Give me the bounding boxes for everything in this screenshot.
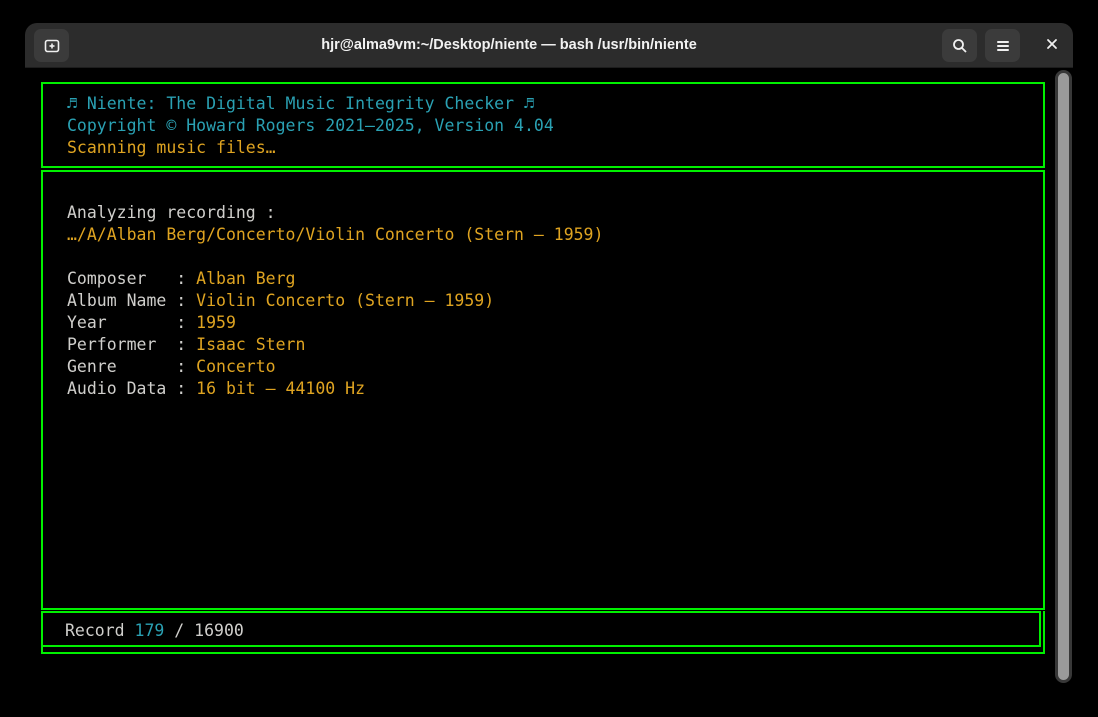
hamburger-menu-icon <box>995 39 1011 53</box>
field-label: Audio Data : <box>67 379 196 398</box>
new-tab-button[interactable] <box>34 29 69 62</box>
window-titlebar[interactable]: hjr@alma9vm:~/Desktop/niente — bash /usr… <box>25 23 1073 68</box>
field-row-performer: Performer : Isaac Stern <box>67 334 1043 356</box>
scanning-status-line: Scanning music files… <box>67 137 1043 159</box>
analysis-box: Analyzing recording : …/A/Alban Berg/Con… <box>41 170 1045 610</box>
field-value: Concerto <box>196 357 275 376</box>
record-current-number: 179 <box>135 621 165 640</box>
spacer <box>67 246 1043 268</box>
close-button[interactable] <box>1035 29 1068 62</box>
spacer <box>67 180 1043 202</box>
close-icon <box>1045 36 1059 55</box>
copyright-line: Copyright © Howard Rogers 2021–2025, Ver… <box>67 115 1043 137</box>
app-banner-box: ♬ Niente: The Digital Music Integrity Ch… <box>41 82 1045 168</box>
record-counter-outer-border: Record 179 / 16900 <box>41 611 1045 654</box>
field-label: Composer : <box>67 269 196 288</box>
field-label: Performer : <box>67 335 196 354</box>
analyzing-label: Analyzing recording : <box>67 202 1043 224</box>
field-row-year: Year : 1959 <box>67 312 1043 334</box>
app-title-line: ♬ Niente: The Digital Music Integrity Ch… <box>67 93 1043 115</box>
record-counter-box: Record 179 / 16900 <box>41 611 1041 647</box>
field-label: Album Name : <box>67 291 196 310</box>
new-tab-icon <box>43 37 61 55</box>
record-total: / 16900 <box>164 621 243 640</box>
field-value: Violin Concerto (Stern – 1959) <box>196 291 494 310</box>
record-label: Record <box>65 621 135 640</box>
desktop: hjr@alma9vm:~/Desktop/niente — bash /usr… <box>0 0 1098 717</box>
field-label: Year : <box>67 313 196 332</box>
terminal-screen: ♬ Niente: The Digital Music Integrity Ch… <box>25 68 1073 717</box>
field-value: Alban Berg <box>196 269 295 288</box>
window-title: hjr@alma9vm:~/Desktop/niente — bash /usr… <box>125 23 893 68</box>
field-value: Isaac Stern <box>196 335 305 354</box>
field-value: 1959 <box>196 313 236 332</box>
field-row-genre: Genre : Concerto <box>67 356 1043 378</box>
search-button[interactable] <box>942 29 977 62</box>
field-label: Genre : <box>67 357 196 376</box>
field-value: 16 bit – 44100 Hz <box>196 379 365 398</box>
search-icon <box>951 37 969 55</box>
recording-path: …/A/Alban Berg/Concerto/Violin Concerto … <box>67 224 1043 246</box>
scrollbar-thumb[interactable] <box>1055 70 1072 683</box>
menu-button[interactable] <box>985 29 1020 62</box>
field-row-composer: Composer : Alban Berg <box>67 268 1043 290</box>
field-row-album-name: Album Name : Violin Concerto (Stern – 19… <box>67 290 1043 312</box>
field-row-audio-data: Audio Data : 16 bit – 44100 Hz <box>67 378 1043 400</box>
